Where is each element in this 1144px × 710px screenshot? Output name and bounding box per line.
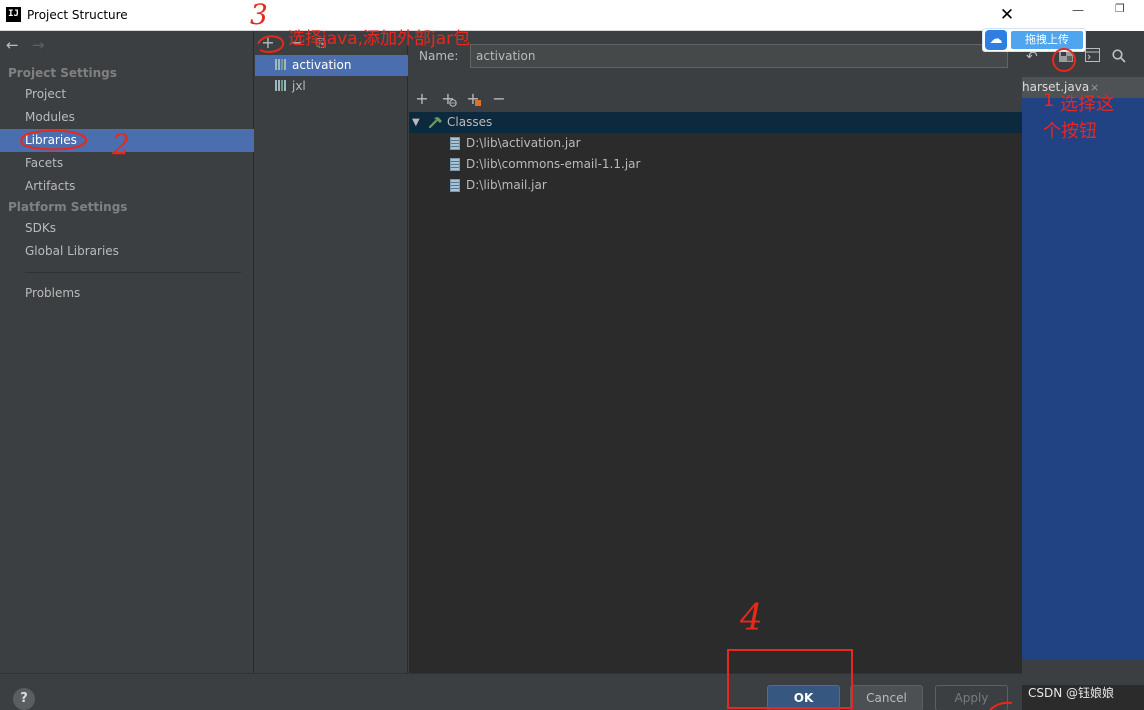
step-4-number: 4 (740, 598, 763, 639)
add-url-button[interactable]: + (438, 89, 458, 109)
tree-root-classes[interactable]: ▼ Classes (409, 112, 1022, 133)
add-classes-button[interactable]: + (412, 89, 432, 109)
classes-tree: ▼ Classes D:\lib\activation.jar D:\lib\c… (409, 112, 1022, 673)
step-3-label: 选择java,添加外部jar包 (288, 29, 471, 49)
sidebar-item-artifacts[interactable]: Artifacts (0, 175, 254, 198)
add-library-button[interactable]: + (258, 32, 278, 54)
search-icon[interactable] (1112, 49, 1126, 67)
watermark: CSDN @钰娘娘 (1028, 686, 1115, 700)
upload-button[interactable]: 拖拽上传 (1011, 31, 1083, 49)
add-excluded-button[interactable]: + (463, 89, 483, 109)
dialog-title: Project Structure (27, 8, 128, 22)
library-item-label: activation (292, 58, 352, 72)
jar-entry[interactable]: D:\lib\activation.jar (409, 133, 1022, 154)
library-item-label: jxl (292, 79, 306, 93)
sidebar-item-global-libraries[interactable]: Global Libraries (0, 240, 254, 263)
sidebar-item-problems[interactable]: Problems (0, 282, 254, 305)
globe-icon (449, 99, 457, 107)
jar-entry-label: D:\lib\commons-email-1.1.jar (466, 157, 641, 171)
step-2-number: 2 (112, 128, 130, 161)
step-3-number: 3 (250, 0, 268, 31)
name-label: Name: (419, 49, 459, 63)
ok-button[interactable]: OK (767, 685, 840, 710)
sidebar-divider (25, 272, 241, 273)
remove-entry-button[interactable]: − (489, 89, 509, 109)
project-settings-heading: Project Settings (8, 66, 117, 80)
dialog-footer: ? OK Cancel Apply (0, 673, 1022, 710)
step-1-number: 1 (1043, 90, 1055, 111)
jar-entry[interactable]: D:\lib\mail.jar (409, 175, 1022, 196)
sidebar-item-modules[interactable]: Modules (0, 106, 254, 129)
jar-entry-label: D:\lib\activation.jar (466, 136, 581, 150)
tree-root-label: Classes (447, 115, 493, 129)
cloud-logo-icon: ☁ (985, 30, 1007, 50)
exclude-icon (475, 100, 481, 106)
jar-entry[interactable]: D:\lib\commons-email-1.1.jar (409, 154, 1022, 175)
back-icon[interactable]: ← (6, 36, 19, 54)
library-icon (275, 59, 288, 70)
cancel-button[interactable]: Cancel (850, 685, 923, 710)
jar-file-icon (450, 179, 460, 192)
dialog-titlebar: IJ Project Structure ✕ (0, 0, 1022, 31)
hammer-icon (429, 117, 442, 128)
library-icon (275, 80, 288, 91)
minimize-button[interactable]: — (1072, 3, 1084, 17)
editor-area (1022, 98, 1144, 659)
help-button[interactable]: ? (13, 688, 35, 710)
library-item-activation[interactable]: activation (255, 55, 408, 76)
collapse-arrow-icon[interactable]: ▼ (412, 112, 420, 133)
jar-entry-label: D:\lib\mail.jar (466, 178, 547, 192)
ide-status-bar (1022, 659, 1144, 685)
terminal-icon[interactable] (1085, 48, 1100, 66)
ide-titlebar: — ❐ (1022, 0, 1144, 31)
platform-settings-heading: Platform Settings (8, 200, 128, 214)
upload-overlay: ☁ 拖拽上传 (982, 28, 1086, 52)
library-item-jxl[interactable]: jxl (255, 76, 408, 97)
library-details-panel: Name: activation + + + − ▼ Classes D:\li… (409, 31, 1022, 673)
forward-icon[interactable]: → (32, 36, 45, 54)
sidebar-item-project[interactable]: Project (0, 83, 254, 106)
libraries-list-panel: + − ⎘ activation jxl (255, 31, 408, 673)
apply-button[interactable]: Apply (935, 685, 1008, 710)
step-1-label-line2: 个按钮 (1043, 121, 1097, 142)
close-icon[interactable]: ✕ (996, 4, 1018, 26)
step-1-label-line1: 选择这 (1060, 94, 1114, 115)
library-name-input[interactable]: activation (470, 44, 1008, 68)
jar-file-icon (450, 158, 460, 171)
maximize-button[interactable]: ❐ (1115, 2, 1125, 15)
intellij-logo-icon: IJ (6, 7, 21, 22)
sidebar-item-sdks[interactable]: SDKs (0, 217, 254, 240)
jar-file-icon (450, 137, 460, 150)
